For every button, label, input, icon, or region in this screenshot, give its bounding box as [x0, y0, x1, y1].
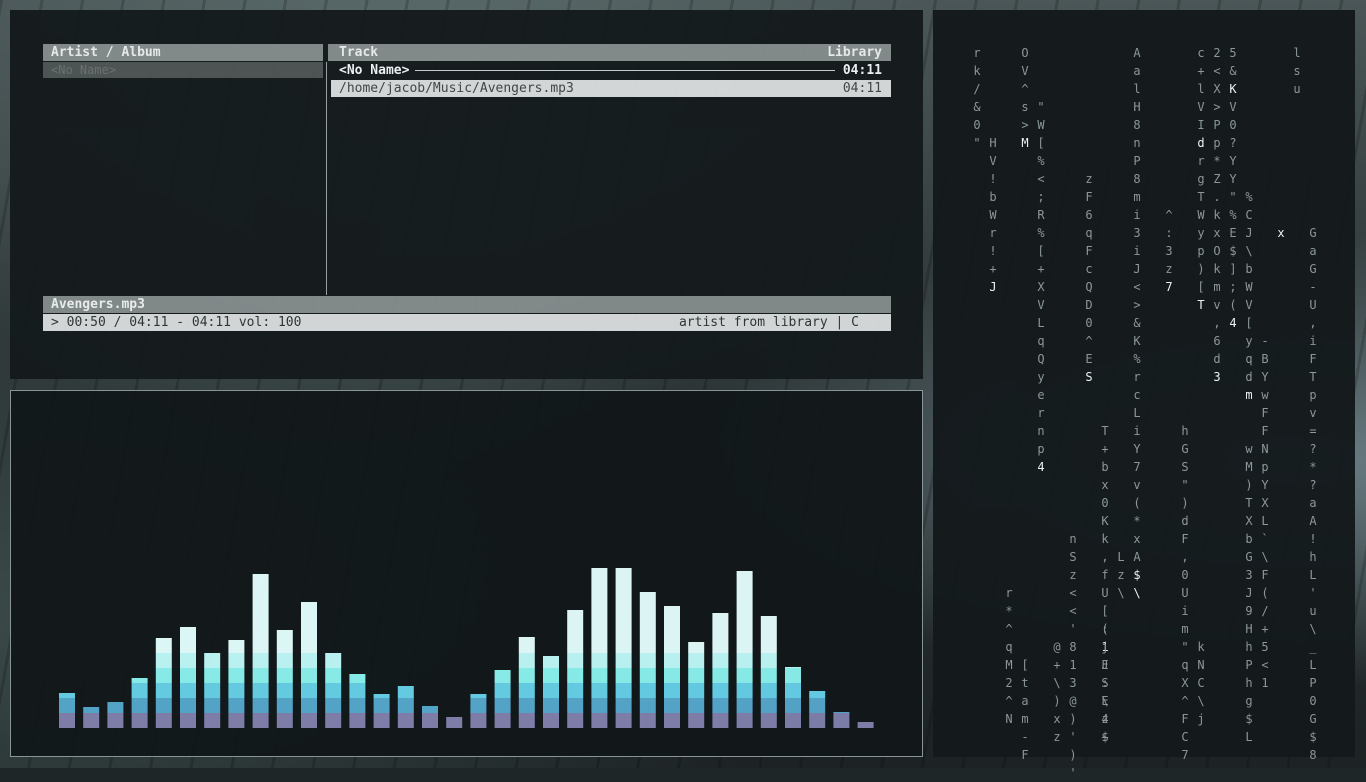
spectrum-bar: [252, 574, 269, 728]
matrix-column: Ga G - U, i F Tp v =? *? a A! h L ' u \ _ L P 0 G $8: [1309, 226, 1317, 762]
spectrum-bar: [833, 712, 850, 728]
track-group-row[interactable]: <No Name> 04:11: [331, 62, 891, 79]
spectrum-bars: [59, 568, 874, 728]
artist-album-header: Artist / Album: [43, 44, 323, 61]
spectrum-bar: [228, 640, 245, 728]
spectrum-bar: [301, 602, 317, 728]
playback-mode-text: artist from library | C: [678, 315, 859, 330]
track-group-duration: 04:11: [836, 62, 882, 79]
spectrum-bar: [567, 610, 584, 728]
matrix-column: " W[% <; R%[+ X V Lq Qy e r n p 4: [1037, 100, 1045, 474]
spectrum-bar: [712, 613, 729, 728]
artist-list-item-selected[interactable]: <No Name>: [43, 62, 323, 78]
track-header: Track Library: [328, 44, 891, 61]
spectrum-bar: [325, 653, 342, 728]
spectrum-bar: [422, 706, 438, 728]
track-group-name: <No Name>: [339, 62, 416, 79]
matrix-column: 2 < X > Pp * Z. k x Ok m v, 6 d 3: [1213, 46, 1221, 384]
matrix-column: O V ^ s > M: [1021, 46, 1029, 150]
spectrum-bar: [664, 606, 680, 728]
matrix-column: h G S ") d F, 0 Ui m " q X ^ F C 7: [1181, 424, 1189, 762]
spectrum-bar: [857, 722, 874, 728]
spectrum-bar: [518, 637, 535, 728]
pane-divider: [326, 62, 327, 295]
matrix-column: [t a m - F: [1021, 658, 1029, 762]
cmus-terminal-window[interactable]: Artist / Album Track Library <No Name> <…: [10, 10, 923, 379]
matrix-column: 5 & K V 0? Y Y "% E $];(4: [1229, 46, 1237, 330]
matrix-column: H V! b Wr! + J: [989, 136, 997, 294]
spectrum-bar: [155, 638, 172, 728]
track-row-selected[interactable]: /home/jacob/Music/Avengers.mp3 04:11: [331, 80, 891, 97]
spectrum-bar: [349, 674, 366, 728]
artist-album-header-label: Artist / Album: [51, 45, 161, 60]
spectrum-bar: [688, 642, 705, 728]
matrix-column: c + l V Id r g T Wy p)[T: [1197, 46, 1205, 312]
track-path: /home/jacob/Music/Avengers.mp3: [339, 81, 574, 96]
playback-status-text: > 00:50 / 04:11 - 04:11 vol: 100: [51, 315, 302, 330]
spectrum-bar: [204, 653, 221, 728]
matrix-column: z F 6 q Fc Q D 0 ^ E S: [1085, 172, 1093, 384]
matrix-rain-canvas: r k / & 0 " H V! b Wr! + J O V ^ s > M " W[% <; R%[+ X V Lq Qy e r n…: [933, 10, 1355, 780]
spectrum-bar: [639, 592, 656, 728]
spectrum-bar: [760, 616, 777, 728]
matrix-column: n Sz < < ' 8 1 3 @) ') ': [1069, 532, 1077, 780]
spectrum-bar: [83, 707, 100, 728]
matrix-column: k N C \ j: [1197, 640, 1205, 726]
spectrum-bar: [736, 571, 753, 728]
spectrum-bar: [107, 702, 124, 728]
now-playing-title-bar: Avengers.mp3: [43, 296, 891, 313]
track-duration: 04:11: [842, 81, 882, 96]
spectrum-bar: [543, 656, 559, 728]
matrix-column: Lz \: [1117, 550, 1125, 600]
matrix-column: ^:3 z 7: [1165, 208, 1173, 294]
audio-visualizer-window[interactable]: [10, 390, 923, 757]
spectrum-bar: [59, 693, 75, 728]
spectrum-bar: [470, 694, 487, 728]
matrix-column: x: [1277, 226, 1285, 240]
track-header-label: Track: [339, 45, 379, 60]
spectrum-bar: [397, 686, 414, 728]
spectrum-bar: [373, 694, 390, 728]
matrix-column: Aa l H 8 n P 8 m i 3 i J < > & K% r c Li Y 7 v(* x A $ \: [1133, 46, 1141, 600]
spectrum-bar: [446, 717, 463, 728]
spectrum-bar: [180, 627, 196, 728]
matrix-column: lsu: [1293, 46, 1301, 96]
now-playing-title: Avengers.mp3: [51, 297, 145, 312]
spectrum-bar: [785, 667, 801, 728]
spectrum-bar: [131, 678, 148, 728]
spectrum-bar: [809, 691, 826, 728]
matrix-column: - B Yw F F Np Y X L ` \ F(/ +5 <1: [1261, 334, 1269, 690]
spectrum-bar: [591, 568, 608, 728]
matrix-column: r * ^ q M 2 ^ N: [1005, 586, 1013, 726]
matrix-column: @ + \) x z: [1053, 640, 1061, 744]
library-header-label: Library: [827, 45, 882, 60]
spectrum-bar: [494, 670, 511, 728]
playback-status-bar: > 00:50 / 04:11 - 04:11 vol: 100 artist …: [43, 314, 891, 331]
artist-list-item-label: <No Name>: [51, 63, 117, 77]
matrix-column: : j E S \ z +: [1101, 622, 1109, 744]
matrix-column: % C J \ b W V[y q d m: [1245, 190, 1253, 402]
matrix-rain-terminal-window[interactable]: r k / & 0 " H V! b Wr! + J O V ^ s > M " W[% <; R%[+ X V Lq Qy e r n…: [933, 10, 1355, 780]
spectrum-bar: [615, 568, 632, 728]
spectrum-bar: [276, 630, 293, 728]
matrix-column: w M) T Xb G 3 J 9 Hh Ph g $ L: [1245, 442, 1253, 744]
matrix-column: r k / & 0 ": [973, 46, 981, 150]
